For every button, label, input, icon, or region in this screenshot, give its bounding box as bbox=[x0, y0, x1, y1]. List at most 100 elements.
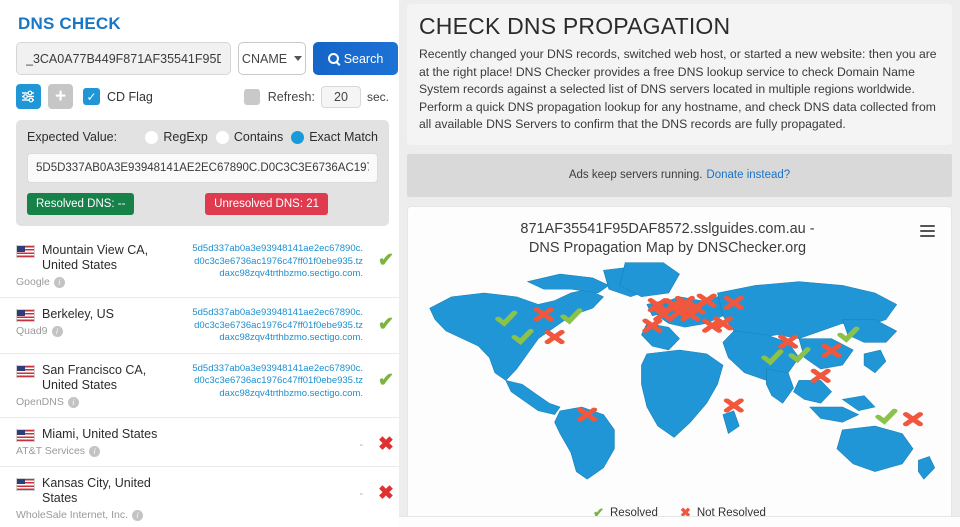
map-marker-resolved bbox=[878, 410, 894, 421]
info-icon[interactable]: i bbox=[132, 510, 143, 521]
provider-label: WholeSale Internet, Inc. bbox=[16, 509, 128, 522]
radio-icon bbox=[216, 131, 229, 144]
cross-icon: ✖ bbox=[373, 476, 399, 504]
refresh-unit-label: sec. bbox=[367, 90, 389, 104]
check-icon: ✓ bbox=[86, 91, 96, 103]
result-value[interactable]: 5d5d337ab0a3e93948141ae2ec67890c.d0c3c3e… bbox=[191, 307, 373, 345]
check-icon: ✔ bbox=[373, 307, 399, 335]
map-marker-unresolved bbox=[727, 400, 741, 410]
us-flag-icon bbox=[16, 429, 35, 442]
cd-flag-label: CD Flag bbox=[107, 90, 153, 104]
expected-value-box: Expected Value: RegExp Contains Exact Ma… bbox=[16, 120, 389, 226]
propagation-info-card: CHECK DNS PROPAGATION Recently changed y… bbox=[407, 4, 952, 145]
propagation-description: Recently changed your DNS records, switc… bbox=[419, 46, 940, 134]
expected-value-label: Expected Value: bbox=[27, 130, 117, 144]
location-line: Mountain View CA, United States bbox=[16, 243, 185, 273]
match-mode-regexp-label: RegExp bbox=[163, 130, 207, 144]
status-glyph: ✖ bbox=[378, 434, 394, 455]
ads-banner-text: Ads keep servers running. bbox=[569, 169, 703, 181]
result-value: - bbox=[191, 427, 373, 452]
expected-value-input[interactable] bbox=[27, 153, 378, 183]
propagation-map-card: 871AF35541F95DAF8572.sslguides.com.au - … bbox=[407, 206, 952, 527]
search-input[interactable] bbox=[16, 42, 231, 75]
info-icon[interactable]: i bbox=[68, 397, 79, 408]
table-row[interactable]: Mountain View CA, United States Googlei 5d… bbox=[0, 234, 399, 298]
radio-icon bbox=[145, 131, 158, 144]
magnifier-icon bbox=[328, 53, 339, 64]
provider-name: Googlei bbox=[16, 276, 185, 289]
refresh-checkbox[interactable] bbox=[244, 89, 260, 105]
options-row: + ✓ CD Flag Refresh: 20 sec. bbox=[0, 75, 399, 109]
info-icon[interactable]: i bbox=[89, 446, 100, 457]
table-row[interactable]: Berkeley, US Quad9 i 5d5d337ab0a3e93948141a… bbox=[0, 298, 399, 354]
location-name: Berkeley, US bbox=[42, 307, 114, 322]
location-line: Miami, United States bbox=[16, 427, 185, 442]
table-row[interactable]: Miami, United States AT&T Services i -✖ bbox=[0, 418, 399, 467]
table-row[interactable]: Kansas City, United States WholeSale Inte… bbox=[0, 467, 399, 527]
info-icon[interactable]: i bbox=[54, 277, 65, 288]
check-icon: ✔ bbox=[373, 363, 399, 391]
result-location-cell: San Francisco CA, United States OpenDNSi bbox=[16, 363, 191, 409]
check-icon: ✔ bbox=[373, 243, 399, 271]
propagation-panel: CHECK DNS PROPAGATION Recently changed y… bbox=[399, 0, 960, 527]
info-icon[interactable]: i bbox=[52, 326, 63, 337]
cd-flag-checkbox[interactable]: ✓ bbox=[83, 88, 100, 105]
refresh-seconds-input[interactable]: 20 bbox=[321, 86, 361, 108]
refresh-label: Refresh: bbox=[268, 90, 315, 104]
propagation-title: CHECK DNS PROPAGATION bbox=[419, 13, 940, 40]
location-line: San Francisco CA, United States bbox=[16, 363, 185, 393]
record-type-select[interactable]: CNAME bbox=[238, 42, 306, 75]
us-flag-icon bbox=[16, 309, 35, 322]
plus-icon[interactable]: + bbox=[48, 84, 73, 109]
provider-label: Quad9 bbox=[16, 325, 48, 338]
result-value[interactable]: 5d5d337ab0a3e93948141ae2ec67890c.d0c3c3e… bbox=[191, 243, 373, 281]
chevron-down-icon bbox=[294, 56, 302, 61]
match-mode-regexp[interactable]: RegExp bbox=[145, 130, 207, 144]
map-marker-unresolved bbox=[906, 414, 920, 424]
us-flag-icon bbox=[16, 245, 35, 258]
result-value: - bbox=[191, 476, 373, 501]
result-location-cell: Miami, United States AT&T Services i bbox=[16, 427, 191, 458]
cross-icon: ✖ bbox=[373, 427, 399, 455]
ads-banner: Ads keep servers running. Donate instead… bbox=[407, 154, 952, 197]
map-title: 871AF35541F95DAF8572.sslguides.com.au - … bbox=[408, 207, 951, 258]
world-map bbox=[408, 255, 951, 483]
page-title: DNS CHECK bbox=[0, 0, 399, 34]
provider-name: AT&T Services i bbox=[16, 445, 185, 458]
location-line: Berkeley, US bbox=[16, 307, 185, 322]
result-location-cell: Kansas City, United States WholeSale Inte… bbox=[16, 476, 191, 522]
match-mode-group: RegExp Contains Exact Match bbox=[145, 130, 378, 144]
map-marker-unresolved bbox=[814, 370, 828, 380]
us-flag-icon bbox=[16, 365, 35, 378]
donate-link[interactable]: Donate instead? bbox=[706, 169, 790, 181]
search-row: CNAME Search bbox=[0, 34, 399, 75]
table-row[interactable]: San Francisco CA, United States OpenDNSi 5… bbox=[0, 354, 399, 418]
location-line: Kansas City, United States bbox=[16, 476, 185, 506]
result-location-cell: Mountain View CA, United States Googlei bbox=[16, 243, 191, 289]
match-mode-contains-label: Contains bbox=[234, 130, 283, 144]
result-value[interactable]: 5d5d337ab0a3e93948141ae2ec67890c.d0c3c3e… bbox=[191, 363, 373, 401]
radio-selected-icon bbox=[291, 131, 304, 144]
result-location-cell: Berkeley, US Quad9 i bbox=[16, 307, 191, 338]
provider-label: AT&T Services bbox=[16, 445, 85, 458]
provider-name: OpenDNSi bbox=[16, 396, 185, 409]
provider-label: Google bbox=[16, 276, 50, 289]
dns-results-list: Mountain View CA, United StatesGooglei5d… bbox=[0, 234, 399, 527]
search-button-label: Search bbox=[344, 52, 384, 66]
sliders-icon[interactable] bbox=[16, 84, 41, 109]
hamburger-menu-icon[interactable] bbox=[920, 225, 935, 237]
match-mode-exact-label: Exact Match bbox=[309, 130, 378, 144]
location-name: San Francisco CA, United States bbox=[42, 363, 185, 393]
match-mode-exact[interactable]: Exact Match bbox=[291, 130, 378, 144]
status-glyph: ✔ bbox=[378, 250, 394, 271]
us-flag-icon bbox=[16, 478, 35, 491]
provider-name: Quad9 i bbox=[16, 325, 185, 338]
match-mode-contains[interactable]: Contains bbox=[216, 130, 283, 144]
map-marker-unresolved bbox=[548, 332, 562, 342]
dns-check-panel: DNS CHECK CNAME Search + ✓ CD Flag bbox=[0, 0, 399, 527]
location-name: Mountain View CA, United States bbox=[42, 243, 185, 273]
status-glyph: ✔ bbox=[378, 314, 394, 335]
record-type-label: CNAME bbox=[242, 52, 287, 66]
bottom-strip bbox=[399, 516, 960, 527]
search-button[interactable]: Search bbox=[313, 42, 398, 75]
